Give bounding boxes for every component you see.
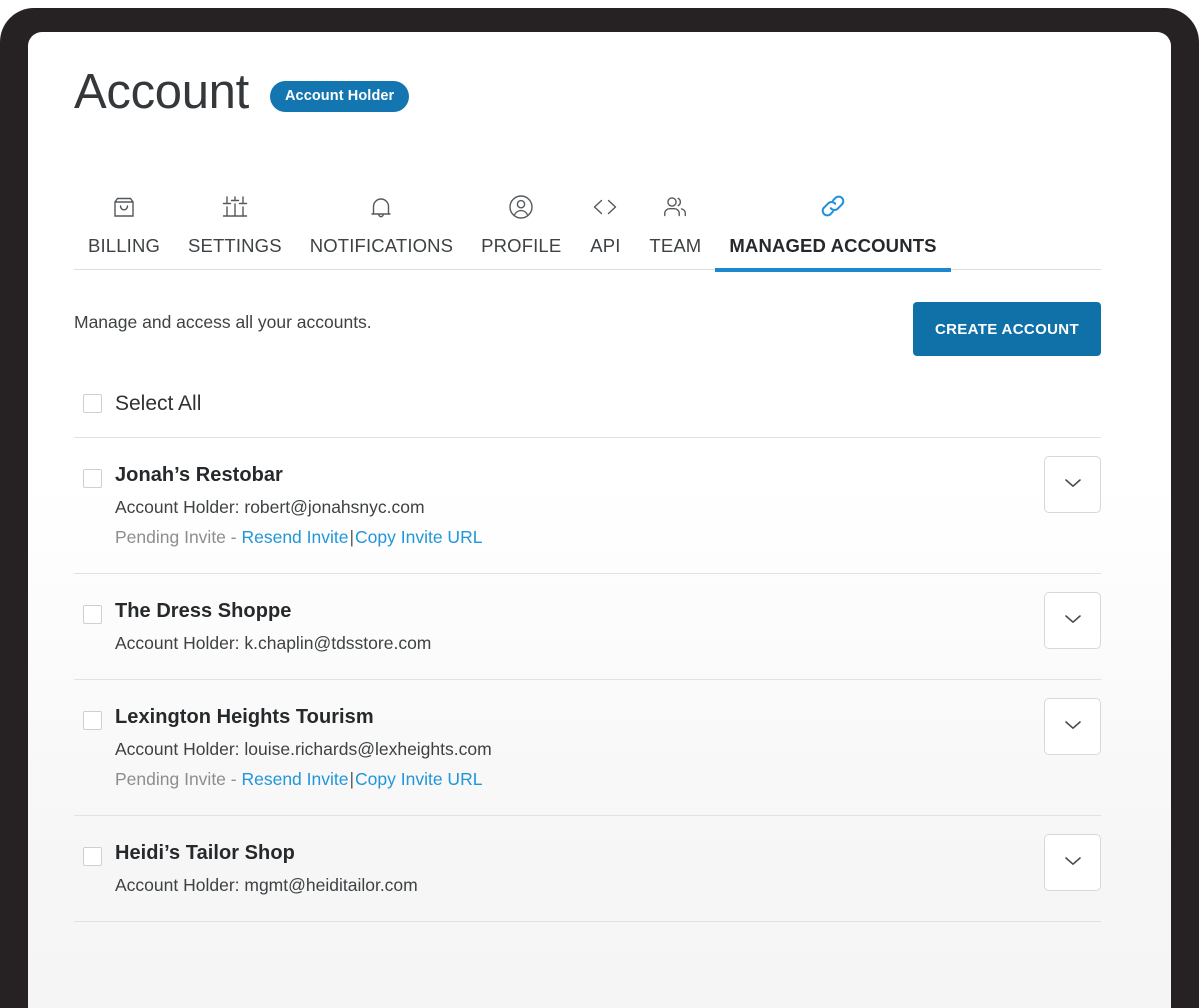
tab-label: TEAM [649, 235, 702, 256]
account-info: Lexington Heights Tourism Account Holder:… [115, 705, 1101, 791]
intro-row: Manage and access all your accounts. CRE… [74, 294, 1101, 356]
bell-icon [365, 183, 397, 223]
account-name: Jonah’s Restobar [115, 464, 283, 486]
managed-account-list: Jonah’s Restobar Account Holder: robert@j… [74, 438, 1101, 923]
tab-label: MANAGED ACCOUNTS [729, 235, 937, 256]
account-checkbox[interactable] [83, 469, 102, 488]
expand-account-button[interactable] [1044, 456, 1101, 513]
pending-invite-line: Pending Invite - Resend Invite|Copy Invi… [115, 526, 1101, 549]
device-bezel: Account Account Holder BILLING SETTINGS … [0, 8, 1199, 1008]
chevron-down-icon [1062, 472, 1084, 497]
tab-label: API [590, 235, 621, 256]
account-info: The Dress Shoppe Account Holder: k.chapli… [115, 599, 1101, 655]
expand-account-button[interactable] [1044, 698, 1101, 756]
tab-label: BILLING [88, 235, 160, 256]
create-account-button[interactable]: CREATE ACCOUNT [912, 302, 1101, 356]
chevron-down-icon [1062, 714, 1084, 739]
expand-account-button[interactable] [1044, 592, 1101, 650]
tab-settings[interactable]: SETTINGS [174, 142, 296, 269]
tab-label: SETTINGS [188, 235, 282, 256]
page-header: Account Account Holder [74, 65, 410, 119]
table-row: Lexington Heights Tourism Account Holder:… [74, 680, 1101, 817]
table-row: Jonah’s Restobar Account Holder: robert@j… [74, 438, 1101, 575]
expand-account-button[interactable] [1044, 834, 1101, 892]
account-checkbox[interactable] [83, 847, 102, 867]
copy-invite-url-link[interactable]: Copy Invite URL [355, 527, 482, 547]
account-name: The Dress Shoppe [115, 600, 292, 623]
pending-invite-label: Pending Invite - [115, 768, 242, 789]
link-icon [816, 183, 850, 223]
chevron-down-icon [1062, 850, 1084, 875]
pending-invite-line: Pending Invite - Resend Invite|Copy Invi… [115, 768, 1101, 791]
tab-team[interactable]: TEAM [635, 142, 715, 269]
page-title: Account [74, 65, 249, 119]
user-circle-icon [505, 183, 537, 223]
table-row: The Dress Shoppe Account Holder: k.chapli… [74, 574, 1101, 681]
account-info: Jonah’s Restobar Account Holder: robert@j… [115, 463, 1101, 549]
account-name: Heidi’s Tailor Shop [115, 842, 295, 865]
code-icon [589, 183, 621, 223]
chevron-down-icon [1062, 608, 1084, 633]
tab-managed-accounts[interactable]: MANAGED ACCOUNTS [715, 142, 951, 272]
account-checkbox[interactable] [83, 605, 102, 625]
bag-icon [108, 183, 140, 223]
tab-label: PROFILE [481, 235, 562, 256]
tab-notifications[interactable]: NOTIFICATIONS [296, 142, 467, 269]
copy-invite-url-link[interactable]: Copy Invite URL [355, 769, 482, 789]
tab-billing[interactable]: BILLING [74, 142, 174, 269]
resend-invite-link[interactable]: Resend Invite [241, 769, 348, 789]
account-holder: Account Holder: robert@jonahsnyc.com [115, 496, 425, 517]
tab-profile[interactable]: PROFILE [467, 142, 575, 269]
tab-label: NOTIFICATIONS [309, 235, 454, 256]
app-screen: Account Account Holder BILLING SETTINGS … [28, 32, 1171, 1008]
select-all-label: Select All [115, 391, 202, 415]
role-badge: Account Holder [269, 81, 410, 112]
account-holder: Account Holder: louise.richards@lexheigh… [115, 738, 492, 759]
select-all-row: Select All [74, 370, 1101, 438]
sliders-icon [219, 183, 251, 223]
intro-description: Manage and access all your accounts. [74, 312, 372, 332]
people-icon [659, 183, 691, 223]
table-row: Heidi’s Tailor Shop Account Holder: mgmt@… [74, 816, 1101, 923]
pending-invite-label: Pending Invite - [115, 526, 242, 547]
account-checkbox[interactable] [83, 711, 102, 731]
select-all-checkbox[interactable] [83, 394, 102, 413]
account-info: Heidi’s Tailor Shop Account Holder: mgmt@… [115, 841, 1101, 897]
account-name: Lexington Heights Tourism [115, 706, 374, 729]
resend-invite-link[interactable]: Resend Invite [241, 527, 348, 547]
account-tab-bar: BILLING SETTINGS NOTIFICATIONS PROFILE A… [74, 142, 1101, 272]
account-holder: Account Holder: mgmt@heiditailor.com [115, 874, 418, 895]
tab-api[interactable]: API [575, 142, 635, 269]
account-holder: Account Holder: k.chaplin@tdsstore.com [115, 632, 432, 653]
